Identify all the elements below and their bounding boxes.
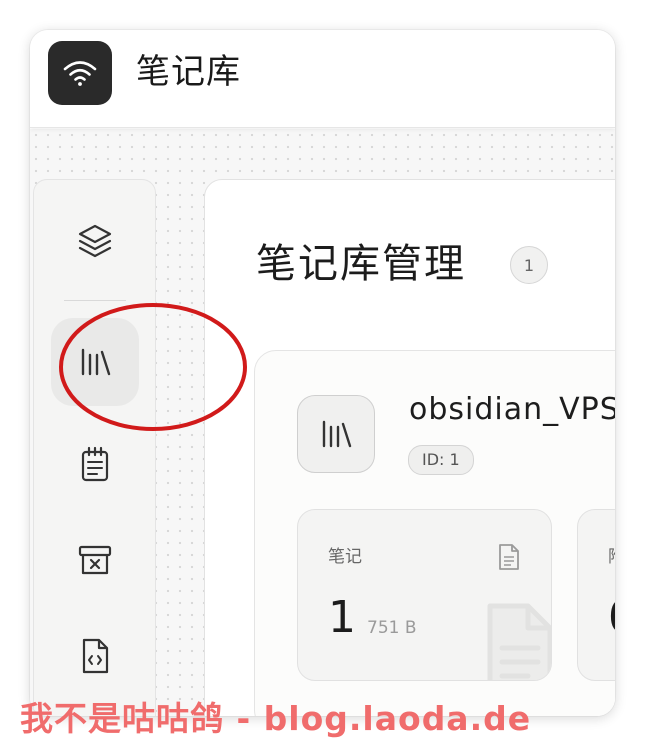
content-area: 笔记库管理 1 obsidian_VPS ID: 1 笔记 1 751 B	[30, 129, 615, 716]
sidebar-item-layers[interactable]	[51, 197, 139, 285]
main-panel: 笔记库管理 1 obsidian_VPS ID: 1 笔记 1 751 B	[204, 179, 615, 716]
library-icon	[322, 420, 352, 448]
layers-icon	[78, 224, 112, 258]
count-badge: 1	[510, 246, 548, 284]
library-avatar	[297, 395, 375, 473]
sidebar-item-notes[interactable]	[51, 420, 139, 508]
stat-label: 笔记	[328, 547, 362, 567]
sidebar-item-code-file[interactable]	[51, 612, 139, 700]
app-window: 笔记库 笔记库管理 1 obsidian_VPS ID: 1 笔记 1 751 …	[30, 30, 615, 716]
sidebar-divider	[64, 300, 126, 301]
notepad-icon	[81, 446, 109, 482]
archive-x-icon	[78, 545, 112, 575]
watermark: 我不是咕咕鸽 - blog.laoda.de	[20, 699, 532, 738]
sidebar	[33, 179, 156, 716]
app-title: 笔记库	[136, 52, 241, 92]
page-title: 笔记库管理	[256, 241, 466, 287]
library-icon	[81, 348, 111, 376]
file-text-background-icon	[487, 603, 551, 680]
top-bar: 笔记库	[30, 30, 615, 128]
library-id-badge: ID: 1	[408, 445, 474, 475]
file-code-icon	[82, 638, 109, 674]
stat-value: 1	[328, 592, 356, 643]
stat-card-attachments: 附 0	[577, 509, 615, 681]
stat-label: 附	[608, 542, 615, 567]
library-name[interactable]: obsidian_VPS	[409, 389, 615, 431]
app-logo[interactable]	[48, 41, 112, 105]
stat-card-notes: 笔记 1 751 B	[297, 509, 552, 681]
library-card[interactable]: obsidian_VPS ID: 1 笔记 1 751 B	[254, 350, 615, 716]
wifi-icon	[63, 61, 97, 86]
file-text-icon	[499, 544, 519, 570]
sidebar-item-archive[interactable]	[51, 516, 139, 604]
stat-size: 751 B	[367, 618, 417, 638]
sidebar-item-libraries[interactable]	[51, 318, 139, 406]
stat-value: 0	[608, 590, 615, 646]
